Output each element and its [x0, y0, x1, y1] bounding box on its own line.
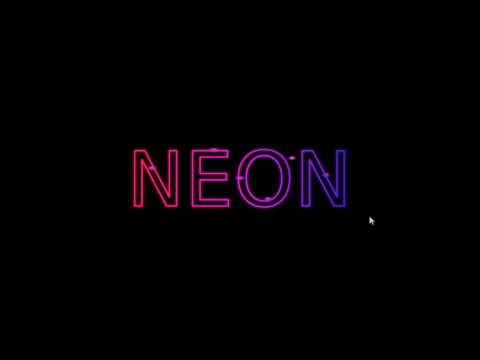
neon-logo: NEON — [126, 134, 353, 225]
neon-stage: NEON — [0, 0, 480, 360]
neon-title: NEON — [127, 135, 353, 224]
mouse-pointer-icon — [369, 216, 376, 226]
